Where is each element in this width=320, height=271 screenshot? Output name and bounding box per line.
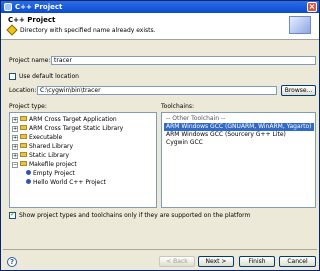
- tree-item[interactable]: + Executable: [12, 134, 62, 142]
- folder-icon: [20, 116, 27, 121]
- tree-item-label: ARM Cross Target Static Library: [29, 125, 124, 132]
- toolchains-label: Toolchains:: [161, 103, 195, 110]
- location-field[interactable]: C:\cygwin\bin\tracer: [37, 86, 277, 95]
- expand-icon[interactable]: +: [12, 135, 18, 141]
- show-supported-only-checkbox[interactable]: [9, 211, 16, 219]
- finish-button[interactable]: Finish: [239, 256, 275, 267]
- tree-item[interactable]: + ARM Cross Target Static Library: [12, 125, 123, 133]
- help-icon[interactable]: ?: [7, 257, 17, 267]
- project-name-field[interactable]: tracer: [51, 56, 316, 65]
- use-default-location-label: Use default location: [19, 73, 79, 80]
- cancel-button[interactable]: Cancel: [279, 256, 316, 267]
- tree-item-label: Hello World C++ Project: [33, 179, 106, 186]
- list-item[interactable]: Cygwin GCC: [164, 139, 205, 147]
- location-label: Location:: [9, 87, 37, 94]
- list-item[interactable]: -- Other Toolchain --: [164, 115, 227, 123]
- expand-icon[interactable]: +: [12, 126, 18, 132]
- expand-icon[interactable]: +: [12, 153, 18, 159]
- project-icon: [26, 170, 31, 175]
- open-folder-icon: [20, 161, 27, 166]
- header-message: Directory with specified name already ex…: [20, 27, 156, 34]
- tree-item-label: Executable: [29, 134, 63, 141]
- folder-icon: [20, 134, 27, 139]
- project-type-label: Project type:: [9, 103, 47, 110]
- tree-item-label: Makefile project: [29, 161, 77, 168]
- tree-item-label: Static Library: [29, 152, 70, 159]
- wizard-header: C++ Project Directory with specified nam…: [1, 13, 319, 40]
- window-title: C++ Project: [15, 3, 63, 11]
- project-icon: [26, 179, 31, 184]
- use-default-location-checkbox[interactable]: [9, 73, 16, 80]
- show-supported-only-label: Show project types and toolchains only i…: [19, 212, 251, 219]
- list-item[interactable]: ARM Windows GCC (Sourcery G++ Lite): [164, 131, 288, 139]
- tree-item[interactable]: − Makefile project: [12, 161, 77, 169]
- title-bar[interactable]: C++ Project ×: [1, 1, 319, 13]
- warning-icon: [6, 24, 18, 36]
- project-name-label: Project name:: [9, 57, 51, 64]
- tree-item[interactable]: Empty Project: [12, 170, 75, 178]
- tree-item[interactable]: Hello World C++ Project: [12, 179, 106, 187]
- expand-icon[interactable]: +: [12, 144, 18, 150]
- back-button[interactable]: < Back: [159, 256, 195, 267]
- project-type-tree[interactable]: + ARM Cross Target Application + ARM Cross…: [9, 112, 157, 208]
- browse-button[interactable]: Browse...: [281, 85, 316, 96]
- tree-item-label: ARM Cross Target Application: [29, 116, 117, 123]
- wizard-banner-icon: [289, 16, 311, 34]
- list-item-selected[interactable]: ARM Windows GCC (GNUARM, WinARM, Yagarto…: [164, 123, 314, 131]
- expand-icon[interactable]: +: [12, 117, 18, 123]
- tree-item-label: Shared Library: [29, 143, 74, 150]
- page-title: C++ Project: [8, 16, 56, 24]
- folder-icon: [20, 143, 27, 148]
- app-icon: [4, 3, 12, 11]
- tree-item[interactable]: + ARM Cross Target Application: [12, 116, 117, 124]
- folder-icon: [20, 125, 27, 130]
- toolchains-list[interactable]: -- Other Toolchain -- ARM Windows GCC (G…: [161, 112, 316, 208]
- new-project-dialog: C++ Project × C++ Project Directory with…: [0, 0, 320, 271]
- tree-item[interactable]: + Static Library: [12, 152, 69, 160]
- next-button[interactable]: Next >: [198, 256, 234, 267]
- close-button[interactable]: ×: [307, 2, 317, 12]
- collapse-icon[interactable]: −: [12, 162, 18, 168]
- tree-item-label: Empty Project: [33, 170, 75, 177]
- footer-divider: [3, 249, 317, 250]
- folder-icon: [20, 152, 27, 157]
- tree-item[interactable]: + Shared Library: [12, 143, 73, 151]
